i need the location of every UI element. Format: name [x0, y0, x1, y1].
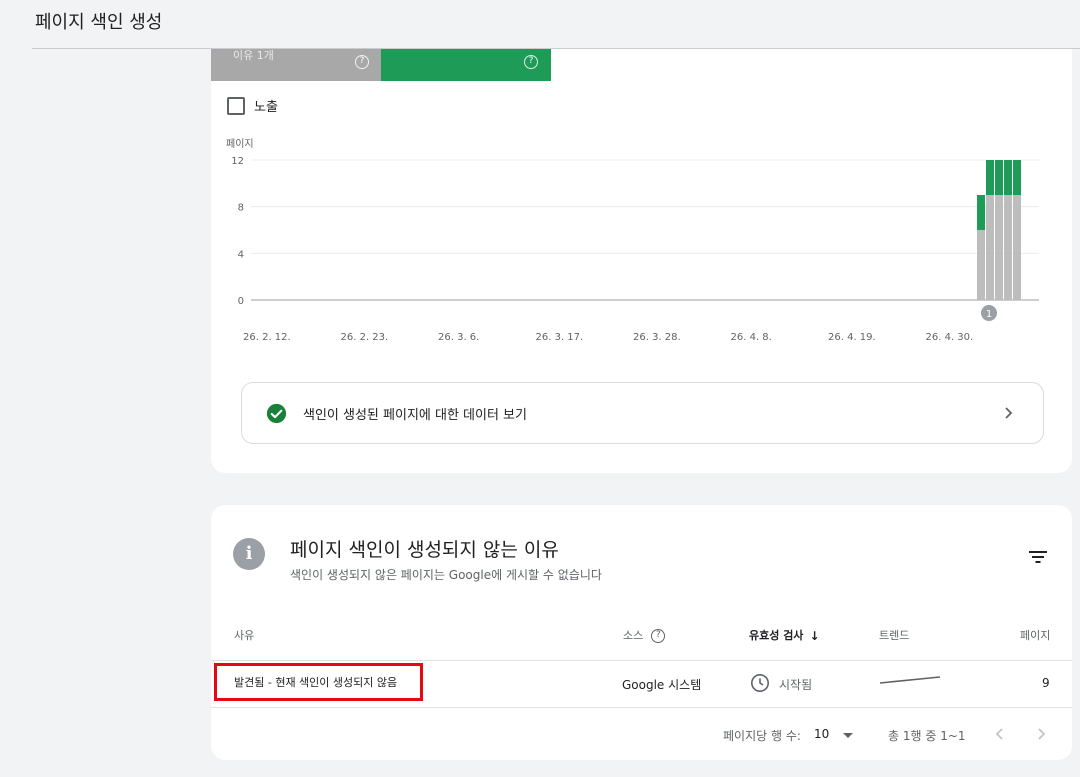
x-tick-label: 26. 3. 6.: [438, 332, 479, 343]
help-icon[interactable]: ?: [355, 55, 369, 69]
y-tick-label: 0: [238, 296, 244, 307]
sort-down-icon: ↓: [809, 629, 820, 643]
rows-per-page-label: 페이지당 행 수:: [723, 729, 801, 743]
x-tick-label: 26. 4. 8.: [731, 332, 772, 343]
column-header-trend[interactable]: 트렌드: [879, 627, 909, 643]
bar-not-indexed: [995, 195, 1003, 300]
table-header-divider: [211, 660, 1072, 661]
bar-not-indexed: [986, 195, 994, 300]
pagination-range: 총 1행 중 1~1: [888, 729, 966, 743]
clock-icon: [751, 674, 769, 692]
bar-indexed: [977, 195, 985, 230]
bar-not-indexed: [1013, 195, 1021, 300]
column-header-reason[interactable]: 사유: [234, 627, 254, 643]
dropdown-caret-icon[interactable]: [843, 733, 853, 738]
column-header-source-label: 소스: [623, 629, 644, 642]
help-icon[interactable]: ?: [524, 55, 538, 69]
y-tick-label: 4: [238, 249, 244, 260]
trend-sparkline: [879, 676, 941, 684]
indexing-chart-card: 이유 1개 ? ? 노출 페이지 12 8 4 0 26. 2. 12. 26. 2. 23…: [211, 49, 1072, 473]
x-tick-label: 26. 4. 19.: [828, 332, 876, 343]
impressions-toggle[interactable]: 노출: [227, 96, 278, 115]
column-header-validation-label: 유효성 검사: [749, 629, 804, 642]
y-axis-label: 페이지: [226, 138, 254, 150]
x-tick-label: 26. 3. 28.: [633, 332, 681, 343]
filter-icon[interactable]: [1028, 549, 1048, 565]
view-indexed-data-label: 색인이 생성된 페이지에 대한 데이터 보기: [303, 407, 527, 423]
bar-indexed: [1004, 160, 1012, 195]
bar-indexed: [1013, 160, 1021, 195]
bar-indexed: [995, 160, 1003, 195]
reason-text: 발견됨 - 현재 색인이 생성되지 않음: [234, 676, 398, 689]
y-tick-label: 8: [238, 203, 244, 214]
bar-not-indexed: [977, 230, 985, 300]
source-cell: Google 시스템: [622, 678, 702, 692]
column-header-validation[interactable]: 유효성 검사 ↓: [749, 627, 820, 643]
bar-not-indexed: [1004, 195, 1012, 300]
reason-cell-highlighted[interactable]: 발견됨 - 현재 색인이 생성되지 않음: [214, 663, 423, 701]
page-title: 페이지 색인 생성: [35, 12, 163, 33]
not-indexed-tile-label: 이유 1개: [233, 49, 274, 62]
x-tick-label: 26. 2. 23.: [341, 332, 389, 343]
reasons-subtitle: 색인이 생성되지 않은 페이지는 Google에 게시할 수 없습니다: [290, 568, 602, 582]
table-row-divider: [211, 707, 1072, 708]
chevron-right-icon[interactable]: [1035, 727, 1047, 741]
view-indexed-data-button[interactable]: 색인이 생성된 페이지에 대한 데이터 보기: [241, 382, 1044, 444]
rows-per-page-select[interactable]: 10: [814, 727, 829, 741]
reasons-title: 페이지 색인이 생성되지 않는 이유: [290, 539, 559, 561]
x-tick-label: 26. 3. 17.: [536, 332, 584, 343]
check-circle-icon: [266, 403, 287, 423]
indexed-tile[interactable]: ?: [381, 49, 551, 81]
impressions-checkbox[interactable]: [227, 96, 245, 115]
y-tick-label: 12: [231, 156, 244, 167]
pages-chart: 페이지 12 8 4 0 26. 2. 12. 26. 2. 23. 26. 3. 6. 26.…: [226, 138, 1039, 343]
column-header-pages[interactable]: 페이지: [1020, 627, 1050, 643]
pages-count: 9: [1042, 676, 1050, 690]
info-icon: i: [233, 538, 265, 570]
bar-indexed: [986, 160, 994, 195]
column-header-source[interactable]: 소스?: [623, 627, 666, 643]
x-tick-label: 26. 4. 30.: [926, 332, 974, 343]
help-icon[interactable]: ?: [651, 629, 666, 643]
impressions-label: 노출: [254, 100, 278, 115]
validation-status: 시작됨: [779, 678, 813, 692]
not-indexed-tile[interactable]: 이유 1개 ?: [211, 49, 381, 81]
annotation-label: 1: [986, 309, 992, 320]
chevron-left-icon[interactable]: [994, 727, 1006, 741]
chevron-right-icon: [1005, 407, 1013, 419]
x-tick-label: 26. 2. 12.: [243, 332, 291, 343]
not-indexed-reasons-card: i 페이지 색인이 생성되지 않는 이유 색인이 생성되지 않은 페이지는 Go…: [211, 505, 1072, 760]
